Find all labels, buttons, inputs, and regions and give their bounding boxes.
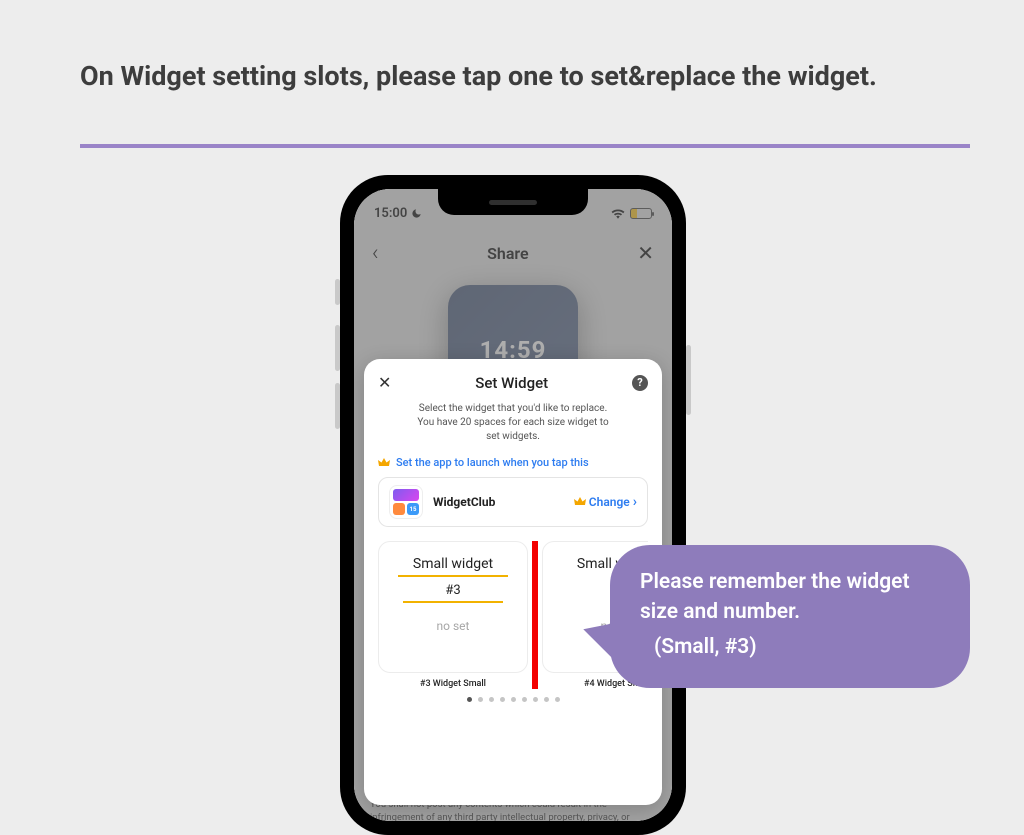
page-dot[interactable] [500, 697, 505, 702]
phone-screen: 15:00 ‹ Share ✕ 14:59 You shall not post… [354, 189, 672, 821]
sheet-title: Set Widget [475, 374, 548, 392]
page-dot[interactable] [478, 697, 483, 702]
bubble-line1: Please remember the widget size and numb… [640, 567, 940, 628]
page-dot[interactable] [467, 697, 472, 702]
power-button [686, 345, 691, 415]
sheet-header: ✕ Set Widget ? [378, 373, 648, 392]
sheet-description: Select the widget that you'd like to rep… [378, 402, 648, 444]
app-name: WidgetClub [433, 495, 564, 509]
change-app-button[interactable]: Change › [574, 494, 637, 510]
silence-switch [335, 279, 340, 305]
phone-frame: 15:00 ‹ Share ✕ 14:59 You shall not post… [340, 175, 686, 835]
volume-up-button [335, 325, 340, 371]
page-dots [378, 697, 648, 702]
bubble-line2: (Small, #3) [654, 632, 940, 662]
page-dot[interactable] [533, 697, 538, 702]
widget-slot[interactable]: Small widget #3 no set #3 Widget Small [378, 541, 528, 689]
speaker [489, 200, 537, 205]
bubble-tail [579, 616, 625, 665]
slot-size-label: Small widget [398, 556, 508, 577]
volume-down-button [335, 383, 340, 429]
app-icon: 15 [389, 485, 423, 519]
slot-number: #3 [403, 583, 503, 603]
app-selector-card: 15 WidgetClub Change › [378, 477, 648, 527]
notch [438, 189, 588, 215]
change-label: Change [589, 495, 630, 509]
page-dot[interactable] [511, 697, 516, 702]
instruction-heading: On Widget setting slots, please tap one … [80, 58, 950, 96]
page-dot[interactable] [544, 697, 549, 702]
slot-status: no set [437, 619, 470, 633]
launch-setting-label: Set the app to launch when you tap this [396, 456, 589, 469]
instruction-underline [80, 144, 970, 148]
launch-setting-row[interactable]: Set the app to launch when you tap this [378, 456, 648, 469]
crown-icon [574, 496, 586, 508]
crown-icon [378, 457, 390, 469]
page-dot[interactable] [522, 697, 527, 702]
chevron-right-icon: › [633, 494, 637, 510]
page-dot[interactable] [489, 697, 494, 702]
sheet-close-button[interactable]: ✕ [378, 373, 391, 392]
help-icon[interactable]: ? [632, 375, 648, 391]
slot-caption: #3 Widget Small [378, 679, 528, 689]
widget-slot-card[interactable]: Small widget #3 no set [378, 541, 528, 673]
widget-slots-row[interactable]: Small widget #3 no set #3 Widget Small S… [378, 541, 648, 689]
page-dot[interactable] [555, 697, 560, 702]
callout-bubble: Please remember the widget size and numb… [610, 545, 970, 688]
